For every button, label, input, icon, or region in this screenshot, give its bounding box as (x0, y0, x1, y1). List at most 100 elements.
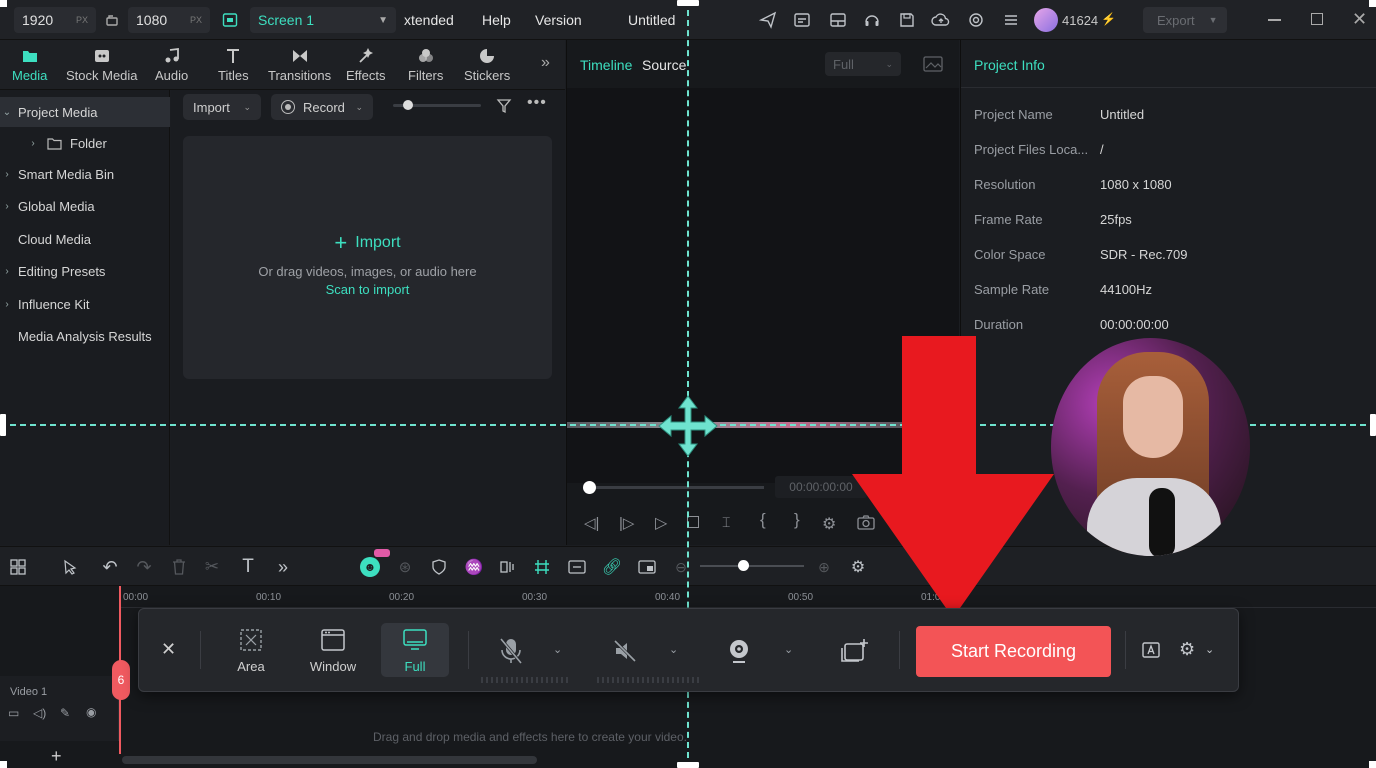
zoom-in-icon[interactable]: ⊕ (814, 557, 834, 577)
subtitle-icon[interactable] (792, 10, 812, 30)
resize-handle-bottom[interactable] (677, 762, 699, 768)
preview-progress-track[interactable] (583, 481, 764, 494)
settings-gear-icon[interactable]: ⚙ (822, 514, 836, 534)
prev-frame-icon[interactable]: ◁| (584, 514, 599, 532)
more-options-icon[interactable]: ••• (527, 94, 547, 112)
tree-item-cloud-media[interactable]: Cloud Media (0, 224, 170, 254)
resize-handle-top-left[interactable] (0, 0, 7, 7)
tree-item-folder[interactable]: › Folder (0, 128, 170, 158)
save-icon[interactable] (897, 10, 917, 30)
resize-handle-top[interactable] (677, 0, 699, 6)
speaker-dropdown-icon[interactable]: ⌄ (669, 643, 678, 656)
ai-face-icon[interactable]: ☻ (360, 557, 380, 577)
tree-item-global-media[interactable]: › Global Media (0, 191, 170, 221)
quality-select[interactable]: Full ⌄ (825, 52, 901, 76)
webcam-preview[interactable] (1051, 338, 1250, 556)
track-effect-icon[interactable]: ✎ (60, 706, 70, 720)
caption-icon[interactable] (567, 557, 587, 577)
tree-item-media-analysis[interactable]: Media Analysis Results (0, 321, 170, 351)
menu-list-icon[interactable] (1001, 10, 1021, 30)
move-handle-icon[interactable] (656, 394, 720, 458)
cut-icon[interactable]: ✂ (202, 557, 222, 577)
add-screen-icon[interactable] (839, 637, 869, 665)
resize-handle-bottom-left[interactable] (0, 761, 7, 768)
image-icon[interactable] (923, 55, 943, 73)
close-icon[interactable]: ✕ (161, 639, 176, 660)
track-folder-icon[interactable]: ▭ (8, 706, 19, 720)
menu-extended[interactable]: xtended (404, 12, 454, 28)
redo-icon[interactable]: ↷ (134, 557, 154, 577)
export-button[interactable]: Export ▼ (1143, 7, 1227, 33)
minimize-icon[interactable] (1268, 19, 1281, 21)
scan-link[interactable]: Scan to import (183, 282, 552, 297)
select-tool-icon[interactable] (60, 557, 80, 577)
menu-help[interactable]: Help (482, 12, 511, 28)
lock-ratio-icon[interactable] (104, 12, 120, 28)
link-icon[interactable]: 🔗︎ (602, 557, 622, 577)
shield-icon[interactable] (429, 557, 449, 577)
tab-transitions[interactable]: Transitions (268, 46, 331, 83)
import-dropdown[interactable]: Import ⌄ (183, 94, 261, 120)
mark-in-icon[interactable]: { (760, 510, 766, 530)
support-icon[interactable] (966, 10, 986, 30)
microphone-muted-icon[interactable] (497, 637, 525, 665)
zoom-slider[interactable] (700, 560, 804, 571)
tree-item-project-media[interactable]: ⌄ Project Media (0, 97, 170, 127)
playhead-marker[interactable]: 6 (112, 660, 130, 700)
resize-handle-top-right[interactable] (1369, 0, 1376, 7)
tab-filters[interactable]: Filters (408, 46, 443, 83)
split-audio-icon[interactable] (498, 557, 518, 577)
text-tool-icon[interactable]: T (238, 556, 258, 577)
tree-item-smart-media-bin[interactable]: › Smart Media Bin (0, 159, 170, 189)
maximize-icon[interactable] (1311, 13, 1323, 25)
slider-knob[interactable] (403, 100, 413, 110)
audio-wave-icon[interactable]: ♒ (464, 557, 484, 577)
tab-titles[interactable]: Titles (218, 46, 249, 83)
avatar[interactable] (1034, 8, 1058, 32)
record-settings-gear-icon[interactable]: ⚙ (1179, 639, 1195, 660)
crop-icon[interactable]: ⌶ (722, 514, 730, 531)
more-tabs-icon[interactable]: » (541, 54, 550, 72)
record-dropdown[interactable]: Record ⌄ (271, 94, 373, 120)
playhead-knob[interactable] (583, 481, 596, 494)
resize-handle-bottom-right[interactable] (1369, 761, 1376, 768)
speed-icon[interactable]: ⊛ (395, 557, 415, 577)
auto-caption-icon[interactable] (1141, 641, 1161, 661)
import-dropzone[interactable]: + Import Or drag videos, images, or audi… (183, 136, 552, 379)
zoom-knob[interactable] (738, 560, 749, 571)
resize-handle-left[interactable] (0, 414, 6, 436)
webcam-icon[interactable] (725, 637, 753, 665)
play-icon[interactable]: ▷ (655, 513, 667, 533)
timeline-scrollbar[interactable] (122, 756, 537, 764)
undo-icon[interactable]: ↶ (100, 557, 120, 577)
mode-window[interactable]: Window (299, 623, 367, 677)
picture-in-picture-icon[interactable] (637, 557, 657, 577)
add-track-icon[interactable]: + (51, 746, 62, 767)
tab-effects[interactable]: Effects (346, 46, 386, 83)
speaker-muted-icon[interactable] (611, 637, 639, 665)
track-visibility-icon[interactable]: ◉ (86, 705, 96, 719)
next-frame-icon[interactable]: |▷ (619, 514, 634, 532)
tab-stock-media[interactable]: Stock Media (66, 46, 138, 83)
headset-icon[interactable] (862, 10, 882, 30)
cloud-upload-icon[interactable] (931, 10, 951, 30)
tab-audio[interactable]: Audio (155, 46, 188, 83)
settings-dropdown-icon[interactable]: ⌄ (1205, 643, 1214, 656)
tab-timeline[interactable]: Timeline (580, 57, 632, 73)
width-field[interactable]: 1920 PX (14, 7, 96, 33)
grid-layout-icon[interactable] (8, 557, 28, 577)
screen-select[interactable]: Screen 1 ▼ (250, 7, 396, 33)
mode-area[interactable]: Area (217, 623, 285, 677)
menu-version[interactable]: Version (535, 12, 582, 28)
tab-media[interactable]: Media (12, 46, 47, 83)
import-link[interactable]: + Import (183, 230, 552, 256)
more-tools-icon[interactable]: » (273, 557, 293, 577)
mark-out-icon[interactable]: } (794, 510, 800, 530)
start-recording-button[interactable]: Start Recording (916, 626, 1111, 677)
filter-icon[interactable] (495, 97, 513, 115)
tree-item-influence-kit[interactable]: › Influence Kit (0, 289, 170, 319)
height-field[interactable]: 1080 PX (128, 7, 210, 33)
snap-icon[interactable] (532, 557, 552, 577)
mic-dropdown-icon[interactable]: ⌄ (553, 643, 562, 656)
tab-source[interactable]: Source (642, 57, 686, 73)
